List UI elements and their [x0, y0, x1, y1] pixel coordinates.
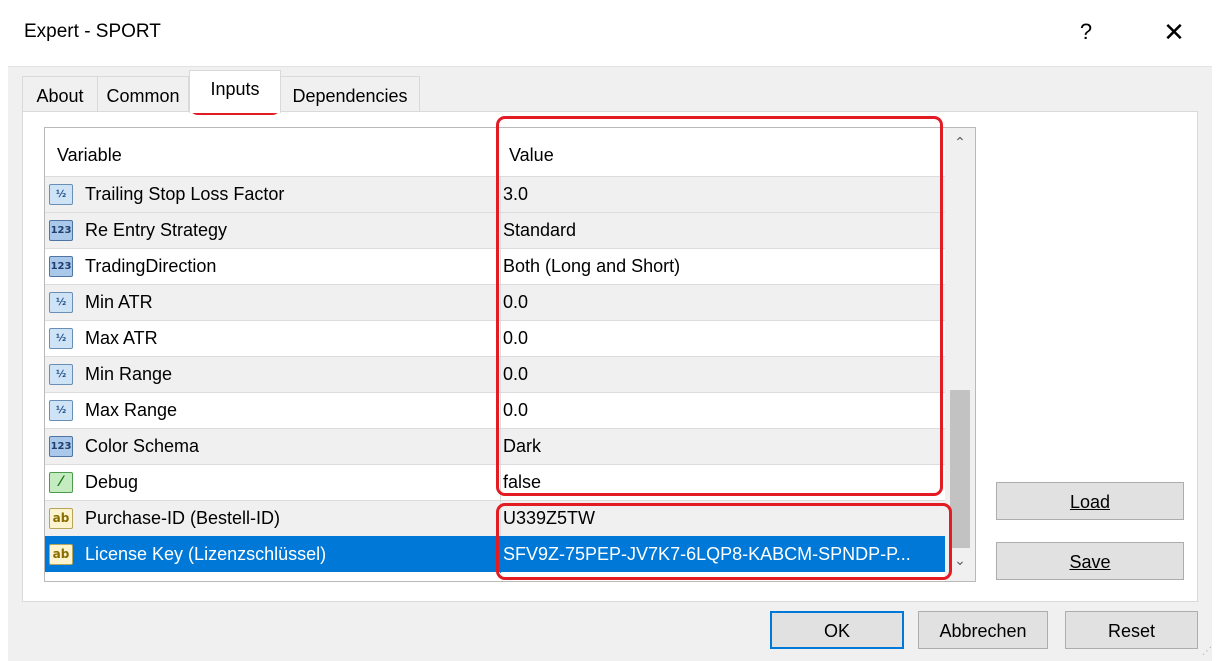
enum-icon: 123 — [49, 256, 73, 277]
scroll-up-icon[interactable]: ⌃ — [945, 134, 975, 162]
variable-cell: ½ Max ATR — [45, 321, 501, 357]
cancel-button[interactable]: Abbrechen — [918, 611, 1048, 649]
variable-value[interactable]: 0.0 — [503, 364, 528, 385]
variable-name: Debug — [85, 472, 139, 492]
double-icon: ½ — [49, 184, 73, 205]
variable-value[interactable]: 0.0 — [503, 400, 528, 421]
variable-name: Max Range — [85, 400, 178, 420]
variable-name: License Key (Lizenzschlüssel) — [85, 544, 327, 564]
variable-cell: ½ Max Range — [45, 393, 501, 429]
help-icon: ? — [1079, 19, 1093, 44]
double-icon: ½ — [49, 400, 73, 421]
table-row[interactable]: ½ Min Range 0.0 — [45, 356, 945, 393]
variable-cell: ½ Min Range — [45, 357, 501, 393]
table-row[interactable]: ½ Min ATR 0.0 — [45, 284, 945, 321]
variable-cell: 123 Re Entry Strategy — [45, 213, 501, 249]
enum-icon: 123 — [49, 436, 73, 457]
variable-value[interactable]: false — [503, 472, 541, 493]
inputs-grid[interactable]: Variable Value ½ Trailing Stop Loss Fact… — [44, 127, 976, 582]
variable-value[interactable]: SFV9Z-75PEP-JV7K7-6LQP8-KABCM-SPNDP-P... — [503, 544, 911, 565]
variable-value[interactable]: 0.0 — [503, 328, 528, 349]
variable-value[interactable]: U339Z5TW — [503, 508, 595, 529]
double-icon: ½ — [49, 328, 73, 349]
close-icon: ✕ — [1163, 16, 1185, 47]
bool-icon: ⁄ — [49, 472, 73, 493]
double-icon: ½ — [49, 292, 73, 313]
tab-common[interactable]: Common — [97, 76, 189, 112]
column-header-variable[interactable]: Variable — [57, 145, 122, 166]
variable-name: Min ATR — [85, 292, 153, 312]
title-bar: Expert - SPORT ? ✕ — [0, 0, 1220, 66]
string-icon: ab — [49, 544, 73, 565]
variable-cell: ab Purchase-ID (Bestell-ID) — [45, 501, 501, 537]
table-row[interactable]: 123 Re Entry Strategy Standard — [45, 212, 945, 249]
tab-inputs[interactable]: Inputs — [189, 70, 281, 113]
table-row[interactable]: ½ Max ATR 0.0 — [45, 320, 945, 357]
variable-cell: ab License Key (Lizenzschlüssel) — [45, 537, 501, 573]
variable-cell: ½ Min ATR — [45, 285, 501, 321]
table-row[interactable]: 123 TradingDirection Both (Long and Shor… — [45, 248, 945, 285]
help-button[interactable]: ? — [1060, 6, 1112, 58]
variable-name: Re Entry Strategy — [85, 220, 228, 240]
variable-name: Trailing Stop Loss Factor — [85, 184, 285, 204]
variable-value[interactable]: 0.0 — [503, 292, 528, 313]
variable-name: Max ATR — [85, 328, 158, 348]
variable-name: Color Schema — [85, 436, 200, 456]
variable-value[interactable]: Dark — [503, 436, 541, 457]
variable-cell: ½ Trailing Stop Loss Factor — [45, 177, 501, 213]
variable-value[interactable]: Both (Long and Short) — [503, 256, 680, 277]
table-row-selected[interactable]: ab License Key (Lizenzschlüssel) SFV9Z-7… — [45, 536, 945, 573]
reset-button[interactable]: Reset — [1065, 611, 1198, 649]
table-row[interactable]: ⁄ Debug false — [45, 464, 945, 501]
table-row[interactable]: 123 Color Schema Dark — [45, 428, 945, 465]
window-title: Expert - SPORT — [24, 21, 161, 42]
resize-grip-icon[interactable]: ⋰ — [1202, 646, 1212, 657]
save-button[interactable]: Save — [996, 542, 1184, 580]
variable-name: Min Range — [85, 364, 173, 384]
variable-value[interactable]: Standard — [503, 220, 576, 241]
tab-dependencies[interactable]: Dependencies — [280, 76, 420, 112]
variable-cell: 123 TradingDirection — [45, 249, 501, 285]
close-button[interactable]: ✕ — [1148, 6, 1200, 58]
save-label: Save — [1069, 552, 1111, 572]
scroll-thumb[interactable] — [950, 390, 970, 548]
ok-button[interactable]: OK — [770, 611, 904, 649]
table-row[interactable]: ab Purchase-ID (Bestell-ID) U339Z5TW — [45, 500, 945, 537]
column-header-value[interactable]: Value — [509, 145, 554, 166]
scroll-down-icon[interactable]: ⌄ — [945, 552, 975, 580]
variable-name: TradingDirection — [85, 256, 217, 276]
double-icon: ½ — [49, 364, 73, 385]
enum-icon: 123 — [49, 220, 73, 241]
vertical-scrollbar[interactable]: ⌃ ⌄ — [945, 128, 975, 581]
load-button[interactable]: Load — [996, 482, 1184, 520]
load-label: Load — [1069, 492, 1111, 512]
table-row[interactable]: ½ Max Range 0.0 — [45, 392, 945, 429]
string-icon: ab — [49, 508, 73, 529]
variable-cell: ⁄ Debug — [45, 465, 501, 501]
tab-about[interactable]: About — [22, 76, 98, 112]
variable-value[interactable]: 3.0 — [503, 184, 528, 205]
table-row[interactable]: ½ Trailing Stop Loss Factor 3.0 — [45, 176, 945, 213]
variable-cell: 123 Color Schema — [45, 429, 501, 465]
variable-name: Purchase-ID (Bestell-ID) — [85, 508, 281, 528]
